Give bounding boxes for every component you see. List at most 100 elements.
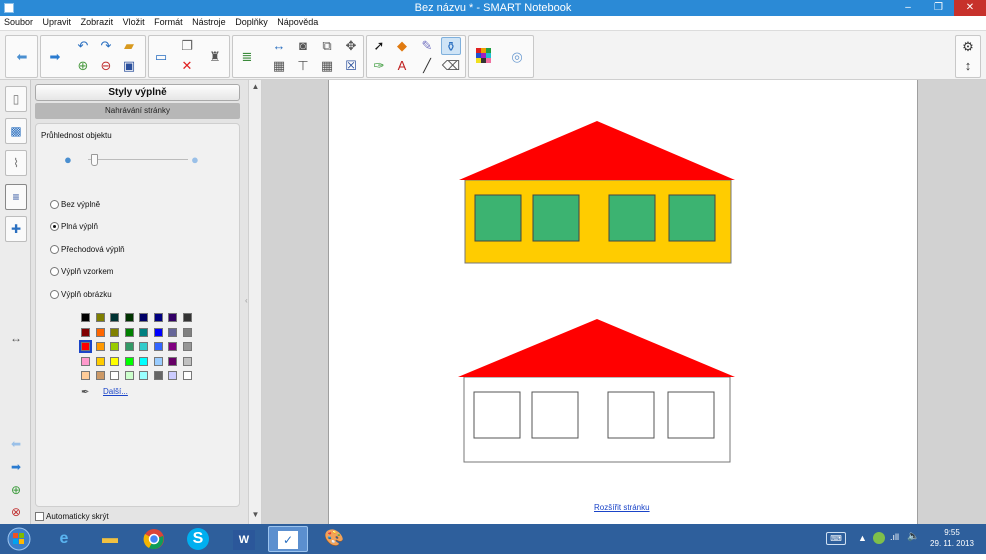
color-swatch[interactable]: [168, 313, 177, 322]
minimize-button[interactable]: –: [893, 0, 923, 16]
screen-shade-icon[interactable]: ▭: [151, 48, 171, 66]
color-swatch[interactable]: [95, 327, 105, 337]
color-swatch[interactable]: [182, 342, 192, 351]
more-colors-link[interactable]: Další...: [103, 387, 128, 396]
color-swatch[interactable]: [153, 327, 163, 337]
house-outline[interactable]: [458, 319, 735, 463]
color-swatch[interactable]: [110, 313, 119, 322]
attachments-icon[interactable]: ⌇: [5, 150, 27, 176]
select-arrow-icon[interactable]: ➚: [369, 37, 389, 55]
smart-notebook-icon[interactable]: ✓: [268, 526, 308, 552]
color-swatch[interactable]: [95, 371, 105, 380]
security-status-icon[interactable]: [873, 532, 885, 544]
color-swatch[interactable]: [168, 342, 177, 351]
move-toolbar-icon[interactable]: ↕: [958, 57, 978, 75]
color-swatch-selected[interactable]: [79, 340, 92, 353]
color-swatch[interactable]: [95, 356, 105, 366]
color-palette-icon[interactable]: [474, 48, 494, 66]
capture-icon[interactable]: ≣: [237, 48, 257, 66]
menu-file[interactable]: Soubor: [0, 16, 36, 27]
line-icon[interactable]: ╱: [417, 57, 437, 75]
table-icon[interactable]: ▦: [317, 57, 337, 75]
color-swatch[interactable]: [139, 371, 148, 380]
word-icon[interactable]: W: [224, 526, 264, 552]
radio-solid-fill[interactable]: [50, 222, 59, 231]
color-swatch[interactable]: [139, 356, 148, 366]
start-button[interactable]: [2, 526, 36, 552]
color-swatch[interactable]: [124, 327, 134, 337]
color-swatch[interactable]: [95, 342, 105, 351]
network-icon[interactable]: .ıll: [890, 532, 899, 542]
color-swatch[interactable]: [153, 356, 163, 366]
color-swatch[interactable]: [139, 327, 148, 337]
color-swatch[interactable]: [168, 356, 177, 366]
gear-icon[interactable]: ⚙: [958, 38, 978, 56]
color-swatch[interactable]: [81, 313, 90, 322]
internet-explorer-icon[interactable]: e: [44, 526, 84, 552]
color-swatch[interactable]: [139, 342, 148, 351]
color-swatch[interactable]: [81, 327, 90, 337]
delete-icon[interactable]: ✕: [177, 57, 197, 75]
option-gradient-fill[interactable]: Přechodová výplň: [50, 245, 125, 257]
menu-addons[interactable]: Doplňky: [231, 16, 271, 27]
gallery-icon[interactable]: ▩: [5, 118, 27, 144]
add-page-icon[interactable]: ⊕: [73, 57, 93, 75]
magic-pen-icon[interactable]: ✎: [417, 37, 437, 55]
option-solid-fill[interactable]: Plná výplň: [50, 222, 98, 234]
fit-width-icon[interactable]: ↔: [269, 37, 289, 55]
text-icon[interactable]: A: [392, 57, 412, 75]
color-swatch[interactable]: [153, 313, 163, 322]
color-swatch[interactable]: [110, 342, 119, 351]
fill-styles-button[interactable]: Styly výplně: [35, 84, 240, 101]
menu-format[interactable]: Formát: [150, 16, 186, 27]
menu-edit[interactable]: Upravit: [39, 16, 75, 27]
panel-scrollbar[interactable]: ▲ ▼ ‹: [245, 80, 262, 524]
measurement-tools-icon[interactable]: ✥: [341, 37, 361, 55]
color-swatch[interactable]: [124, 356, 134, 366]
save-icon[interactable]: ▣: [119, 57, 139, 75]
delete-page-icon-side[interactable]: ⊗: [5, 500, 27, 526]
hide-shade-icon[interactable]: ▦: [269, 57, 289, 75]
move-sidebar-icon[interactable]: ↔: [5, 326, 27, 352]
open-file-icon[interactable]: ▰: [119, 37, 139, 55]
color-swatch[interactable]: [168, 327, 177, 337]
paste-icon[interactable]: ❐: [177, 37, 197, 55]
color-swatch[interactable]: [110, 356, 119, 366]
radio-gradient-fill[interactable]: [50, 245, 59, 254]
color-swatch[interactable]: [124, 371, 134, 380]
dual-page-icon[interactable]: ⧉: [317, 37, 337, 55]
volume-icon[interactable]: 🔈: [907, 531, 919, 542]
radio-image-fill[interactable]: [50, 290, 59, 299]
document-camera-icon[interactable]: ♜: [205, 48, 225, 66]
close-button[interactable]: ✕: [954, 0, 986, 16]
fill-bucket-icon[interactable]: ⚱: [441, 37, 461, 55]
show-hidden-icons-icon[interactable]: ▲: [858, 533, 867, 543]
screen-capture-icon[interactable]: ◙: [293, 37, 313, 55]
color-swatch[interactable]: [182, 313, 192, 322]
transparency-slider-thumb[interactable]: [91, 154, 98, 166]
menu-view[interactable]: Zobrazit: [77, 16, 117, 27]
skype-icon[interactable]: S: [178, 526, 218, 552]
menu-insert[interactable]: Vložit: [119, 16, 148, 27]
radio-no-fill[interactable]: [50, 200, 59, 209]
clock[interactable]: 9:55 29. 11. 2013: [928, 527, 976, 549]
color-swatch[interactable]: [124, 342, 134, 351]
auto-hide-checkbox[interactable]: [35, 512, 44, 521]
page-sorter-icon[interactable]: ▯: [5, 86, 27, 112]
chrome-icon[interactable]: [134, 526, 174, 552]
expand-page-link[interactable]: Rozšířit stránku: [594, 503, 650, 512]
transparency-slider-track[interactable]: [88, 159, 188, 160]
notebook-page[interactable]: Rozšířit stránku: [328, 80, 918, 524]
show-reveal-icon[interactable]: ⊤: [293, 57, 313, 75]
color-swatch[interactable]: [182, 371, 192, 380]
color-swatch[interactable]: [153, 342, 163, 351]
redo-icon[interactable]: ↷: [96, 37, 116, 55]
auto-hide-option[interactable]: Automaticky skrýt: [35, 512, 109, 521]
menu-help[interactable]: Nápověda: [273, 16, 321, 27]
scroll-up-icon[interactable]: ▲: [250, 82, 261, 91]
scroll-down-icon[interactable]: ▼: [250, 510, 261, 519]
eyedropper-icon[interactable]: ✒: [81, 387, 89, 398]
page-recording-button[interactable]: Nahrávání stránky: [35, 103, 240, 119]
panel-collapse-handle[interactable]: ‹: [245, 296, 248, 305]
transparency-icon[interactable]: ◎: [507, 48, 527, 66]
